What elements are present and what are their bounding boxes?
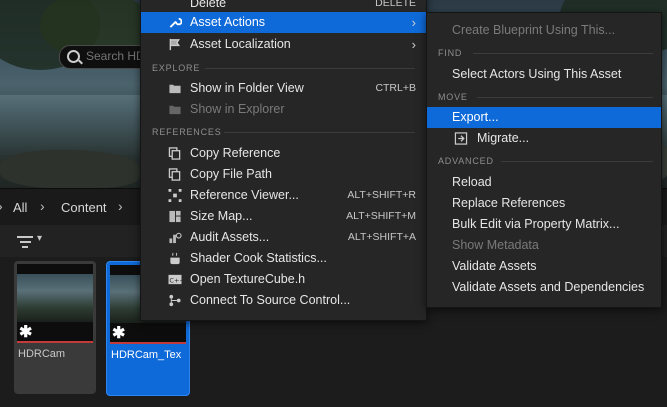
wrench-icon [169, 17, 182, 28]
chevron-right-icon[interactable]: › [40, 198, 45, 214]
source-control-icon [169, 294, 181, 307]
menu-item-validate-assets[interactable]: Validate Assets [427, 256, 661, 277]
menu-item-bulk-edit[interactable]: Bulk Edit via Property Matrix... [427, 214, 661, 235]
menu-item-audit-assets[interactable]: Audit Assets... ALT+SHIFT+A [141, 227, 426, 248]
asset-thumbnail: ✱ [17, 264, 93, 342]
chevron-down-icon[interactable]: ▾ [37, 233, 42, 244]
menu-item-shader-cook-stats[interactable]: Shader Cook Statistics... [141, 248, 426, 269]
section-references: REFERENCES [152, 127, 222, 137]
asset-actions-submenu: Create Blueprint Using This... FIND Sele… [426, 12, 662, 308]
chevron-right-icon: › [411, 37, 416, 52]
chevron-right-icon[interactable]: › [118, 198, 123, 214]
copy-icon [168, 168, 181, 181]
menu-item-copy-file-path[interactable]: Copy File Path [141, 164, 426, 185]
menu-item-size-map[interactable]: Size Map... ALT+SHIFT+M [141, 206, 426, 227]
menu-item-select-actors[interactable]: Select Actors Using This Asset [427, 64, 661, 85]
menu-item-show-in-explorer: Show in Explorer [141, 99, 426, 120]
menu-item-connect-source-control[interactable]: Connect To Source Control... [141, 290, 426, 311]
section-advanced: ADVANCED [438, 156, 494, 166]
search-icon [67, 50, 80, 63]
menu-item-copy-reference[interactable]: Copy Reference [141, 143, 426, 164]
reference-graph-icon [168, 189, 182, 202]
asset-context-menu: Delete DELETE Asset Actions › Asset Loca… [140, 0, 427, 321]
section-find: FIND [438, 48, 463, 58]
folder-icon [169, 105, 181, 115]
menu-item-reload[interactable]: Reload [427, 172, 661, 193]
path-all[interactable]: All [13, 200, 27, 215]
copy-icon [168, 147, 181, 160]
menu-item-replace-references[interactable]: Replace References [427, 193, 661, 214]
audit-icon [169, 232, 182, 244]
menu-item-open-texturecube[interactable]: C++ Open TextureCube.h [141, 269, 426, 290]
chevron-right-icon: › [411, 15, 416, 30]
asset-tile[interactable]: ✱ HDRCam [14, 261, 96, 394]
menu-item-asset-actions[interactable]: Asset Actions › [141, 12, 426, 33]
asset-name: HDRCam [18, 348, 66, 360]
unsaved-asterisk-icon: ✱ [112, 325, 126, 342]
menu-item-validate-dependencies[interactable]: Validate Assets and Dependencies [427, 277, 661, 298]
svg-text:C++: C++ [169, 276, 182, 284]
menu-item-reference-viewer[interactable]: Reference Viewer... ALT+SHIFT+R [141, 185, 426, 206]
path-content[interactable]: Content [61, 200, 107, 215]
menu-item-migrate[interactable]: Migrate... [427, 128, 661, 149]
cpp-file-icon: C++ [168, 274, 182, 284]
menu-item-show-metadata: Show Metadata [452, 238, 539, 252]
migrate-icon [454, 132, 468, 145]
section-explore: EXPLORE [152, 63, 201, 73]
asset-name: HDRCam_Tex [111, 349, 182, 361]
menu-item-show-in-folder[interactable]: Show in Folder View CTRL+B [141, 78, 426, 99]
flag-icon [169, 38, 181, 51]
chevron-right-icon: › [0, 198, 3, 214]
unsaved-asterisk-icon: ✱ [19, 324, 33, 341]
menu-item-export[interactable]: Export... [427, 107, 661, 128]
menu-item-asset-localization[interactable]: Asset Localization › [141, 34, 426, 55]
filter-icon[interactable] [16, 236, 34, 248]
menu-item-create-blueprint: Create Blueprint Using This... [452, 23, 616, 37]
folder-icon [169, 84, 181, 94]
section-move: MOVE [438, 92, 468, 102]
cooking-pot-icon [170, 252, 180, 265]
size-map-icon [169, 210, 181, 223]
